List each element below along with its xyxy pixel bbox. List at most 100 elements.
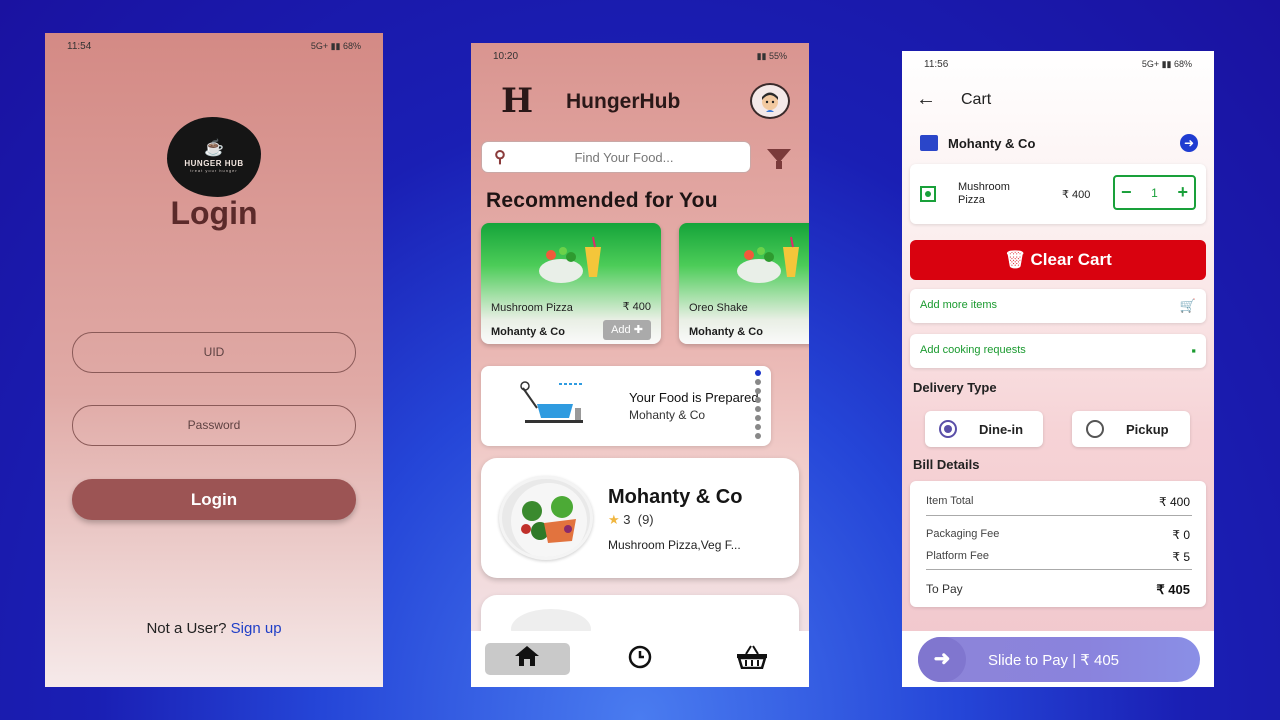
restaurant-items: Mushroom Pizza,Veg F... xyxy=(608,538,741,552)
logo-tagline: treat your hunger xyxy=(190,168,238,173)
shopping-bag-icon xyxy=(920,135,938,151)
search-input[interactable]: ⚲ Find Your Food... xyxy=(481,141,751,173)
add-to-cart-button[interactable]: Add ✚ xyxy=(603,320,651,340)
card-restaurant: Mohanty & Co xyxy=(491,326,565,338)
card-restaurant: Mohanty & Co xyxy=(689,326,763,338)
add-cooking-requests-button[interactable]: Add cooking requests ▪ xyxy=(910,334,1206,368)
search-placeholder: Find Your Food... xyxy=(574,149,674,165)
decrease-quantity-button[interactable]: − xyxy=(1121,182,1132,203)
carousel-dot xyxy=(755,406,761,412)
pay-bar: ➜ Slide to Pay | ₹ 405 xyxy=(902,631,1214,687)
basket-icon-svg xyxy=(737,645,767,670)
app-title: HungerHub xyxy=(566,90,681,113)
bill-value: ₹ 400 xyxy=(1159,495,1190,509)
quantity-value: 1 xyxy=(1151,185,1158,200)
add-more-items-label: Add more items xyxy=(920,299,998,311)
bill-value: ₹ 0 xyxy=(1172,528,1190,542)
restaurant-rating: ★ 3 (9) xyxy=(608,512,654,528)
salad-drink-icon xyxy=(737,236,799,283)
order-status-restaurant: Mohanty & Co xyxy=(629,408,706,422)
rating-value: 3 xyxy=(623,512,631,527)
bill-details-heading: Bill Details xyxy=(913,457,980,472)
quantity-stepper: − 1 + xyxy=(1113,175,1196,210)
login-button[interactable]: Login xyxy=(72,479,356,520)
order-status-title: Your Food is Prepared xyxy=(629,390,759,405)
signup-link[interactable]: Sign up xyxy=(231,620,282,637)
recommended-card[interactable]: Oreo Shake Mohanty & Co xyxy=(679,223,809,344)
filter-icon[interactable] xyxy=(767,149,791,169)
card-item-price: ₹ 400 xyxy=(622,301,651,313)
food-cup-icon: ☕ xyxy=(204,140,224,157)
signup-prompt: Not a User? xyxy=(146,620,227,637)
order-status-card[interactable]: Your Food is Prepared Mohanty & Co xyxy=(481,366,771,446)
bill-label: Item Total xyxy=(926,495,974,507)
status-time: 11:54 xyxy=(67,40,92,52)
card-item-name: Mushroom Pizza xyxy=(491,302,573,314)
uid-input[interactable]: UID xyxy=(72,332,356,373)
status-bar: 11:56 5G+ ▮▮ 68% xyxy=(924,58,1192,70)
status-battery: 55% xyxy=(768,50,787,61)
password-input[interactable]: Password xyxy=(72,405,356,446)
bill-details-card: Item Total ₹ 400 Packaging Fee ₹ 0 Platf… xyxy=(910,481,1206,607)
cart-item: Mushroom Pizza ₹ 400 − 1 + xyxy=(910,164,1206,224)
cooking-requests-label: Add cooking requests xyxy=(920,344,1026,356)
page-title: Cart xyxy=(961,91,992,108)
increase-quantity-button[interactable]: + xyxy=(1177,182,1188,203)
delivery-option-pickup[interactable]: Pickup xyxy=(1072,411,1190,447)
carousel-dot xyxy=(755,415,761,421)
bill-row-to-pay: To Pay ₹ 405 xyxy=(926,582,1190,598)
clear-cart-button[interactable]: 🗑 Clear Cart xyxy=(910,240,1206,280)
status-bar: 11:54 5G+ ▮▮ 68% xyxy=(67,40,361,52)
slide-to-pay-label: Slide to Pay | ₹ 405 xyxy=(988,652,1120,669)
login-title: Login xyxy=(170,195,258,231)
bill-label: To Pay xyxy=(926,582,963,596)
carousel-dot xyxy=(755,397,761,403)
arrow-right-icon[interactable]: ➜ xyxy=(1180,134,1198,152)
cart-item-price: ₹ 400 xyxy=(1062,189,1091,201)
status-battery: 68% xyxy=(342,40,361,51)
bill-divider xyxy=(926,569,1192,570)
home-icon-svg xyxy=(515,646,539,666)
veg-indicator-icon xyxy=(920,186,936,202)
carousel-dots xyxy=(755,370,761,439)
search-icon: ⚲ xyxy=(494,149,506,166)
home-icon[interactable] xyxy=(514,645,540,673)
restaurant-dish-image xyxy=(499,476,593,560)
basket-icon[interactable] xyxy=(736,645,768,675)
salmon-salad-icon xyxy=(511,483,587,557)
slide-to-pay[interactable]: ➜ Slide to Pay | ₹ 405 xyxy=(918,637,1200,682)
restaurant-name: Mohanty & Co xyxy=(608,486,743,508)
bill-divider xyxy=(926,515,1192,516)
review-count: (9) xyxy=(637,512,654,527)
delivery-option-label: Pickup xyxy=(1126,421,1169,437)
status-network: 5G+ xyxy=(310,40,329,51)
bill-row-item-total: Item Total ₹ 400 xyxy=(926,495,1190,509)
cart-phone-screen: 11:56 5G+ ▮▮ 68% ← Cart Mohanty & Co ➜ M… xyxy=(902,51,1214,687)
star-icon: ★ xyxy=(608,512,620,527)
status-time: 10:20 xyxy=(493,50,519,62)
delivery-option-label: Dine-in xyxy=(979,421,1024,437)
clock-icon[interactable] xyxy=(628,645,652,675)
status-network: 5G+ xyxy=(1141,58,1160,69)
carousel-dot xyxy=(755,370,761,376)
status-bar: 10:20 ▮▮ 55% xyxy=(493,50,787,62)
bill-row-platform: Platform Fee ₹ 5 xyxy=(926,550,1190,564)
recommended-card[interactable]: Mushroom Pizza ₹ 400 Mohanty & Co Add ✚ xyxy=(481,223,661,344)
clock-icon-svg xyxy=(628,645,652,669)
add-label: Add xyxy=(611,324,631,336)
avatar[interactable] xyxy=(750,83,790,119)
slide-arrow-icon[interactable]: ➜ xyxy=(918,637,966,682)
carousel-dot xyxy=(755,379,761,385)
carousel-dot xyxy=(755,388,761,394)
logo-name: HUNGER HUB xyxy=(184,159,244,168)
salad-drink-icon xyxy=(539,236,601,283)
hunger-hub-logo: ☕ HUNGER HUB treat your hunger xyxy=(167,117,261,197)
clear-cart-label: Clear Cart xyxy=(1030,250,1112,269)
cooking-pot-icon xyxy=(520,381,583,423)
delivery-option-dine-in[interactable]: Dine-in xyxy=(925,411,1043,447)
add-more-items-button[interactable]: Add more items 🛒 xyxy=(910,289,1206,323)
restaurant-row[interactable]: Mohanty & Co ➜ xyxy=(910,125,1206,161)
bill-label: Platform Fee xyxy=(926,550,989,562)
back-arrow-icon[interactable]: ← xyxy=(916,88,936,111)
restaurant-card[interactable]: Mohanty & Co ★ 3 (9) Mushroom Pizza,Veg … xyxy=(481,458,799,578)
